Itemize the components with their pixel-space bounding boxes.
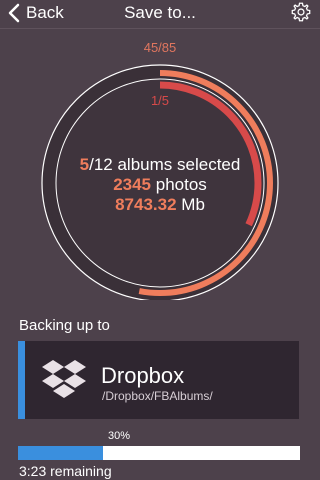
backing-up-label: Backing up to	[19, 317, 110, 334]
selection-stats: 5/12 albums selected 2345 photos 8743.32…	[0, 155, 320, 215]
photos-count: 2345	[113, 175, 152, 194]
size-value: 8743.32	[115, 195, 177, 214]
upload-progress-bar	[18, 446, 300, 460]
photos-line: 2345 photos	[0, 175, 320, 195]
size-unit: Mb	[181, 195, 205, 214]
upload-progress-fill	[18, 446, 103, 460]
albums-line: 5/12 albums selected	[0, 155, 320, 175]
progress-percent: 30%	[108, 430, 131, 442]
page-title: Save to...	[124, 3, 196, 22]
destination-name: Dropbox	[101, 363, 185, 388]
time-remaining: 3:23 remaining	[19, 463, 112, 479]
dropbox-icon	[42, 360, 86, 398]
destination-card[interactable]: Dropbox /Dropbox/FBAlbums/	[18, 341, 299, 419]
photos-label: photos	[155, 175, 207, 194]
nav-divider	[0, 28, 320, 29]
inner-count: 1/5	[150, 93, 170, 108]
gear-icon[interactable]	[290, 1, 312, 23]
navigation-bar: Back Save to...	[0, 0, 320, 26]
albums-total-text: /12 albums selected	[89, 155, 241, 174]
outer-count: 45/85	[143, 40, 177, 55]
destination-path: /Dropbox/FBAlbums/	[102, 389, 213, 403]
size-line: 8743.32 Mb	[0, 195, 320, 215]
selection-ring: 45/85 1/5 5/12 albums selected 2345 phot…	[0, 30, 320, 300]
albums-selected-count: 5	[79, 155, 90, 174]
destination-stripe	[18, 341, 25, 419]
